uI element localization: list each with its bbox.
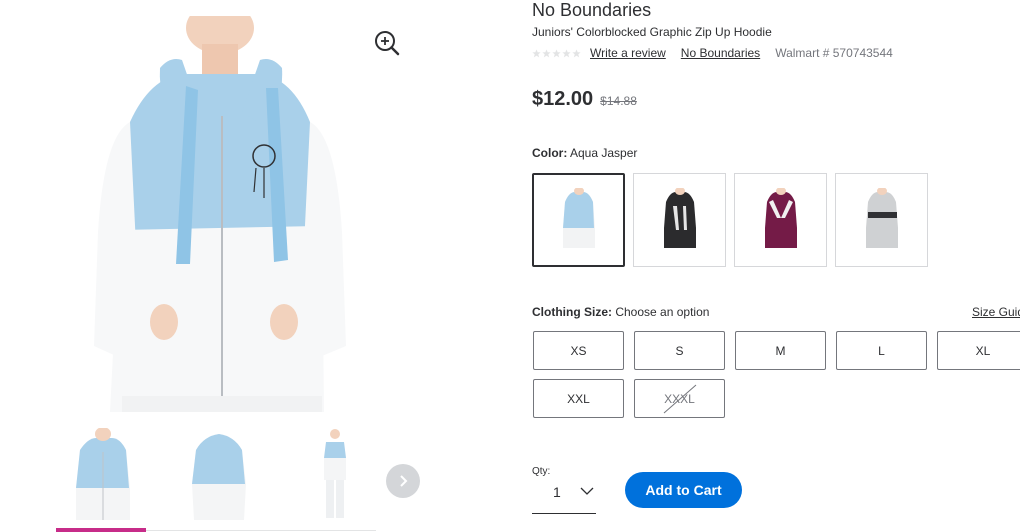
- active-thumbnail-indicator: [56, 528, 146, 532]
- thumbnail-front[interactable]: [58, 427, 148, 524]
- size-label: Clothing Size: Choose an option: [532, 305, 709, 319]
- color-swatch-aqua-jasper[interactable]: [532, 173, 625, 267]
- swatch-image: [663, 188, 696, 248]
- thumbnail-back[interactable]: [174, 428, 264, 524]
- size-option-m[interactable]: M: [735, 331, 826, 370]
- star-icon: [542, 48, 551, 57]
- star-icon: [532, 48, 541, 57]
- size-prompt: Choose an option: [615, 305, 710, 319]
- brand-link[interactable]: No Boundaries: [681, 46, 760, 60]
- size-label-title: Clothing Size:: [532, 305, 612, 319]
- item-number: Walmart # 570743544: [775, 46, 893, 60]
- price-row: $12.00 $14.88: [532, 88, 637, 111]
- thumbnail-strip: [56, 427, 376, 532]
- size-option-s[interactable]: S: [634, 331, 725, 370]
- current-price: $12.00: [532, 88, 594, 110]
- unavailable-slash-icon: [663, 384, 697, 414]
- thumbnail-divider: [146, 530, 376, 531]
- size-option-xs[interactable]: XS: [533, 331, 624, 370]
- product-info-panel: No Boundaries Juniors' Colorblocked Grap…: [532, 0, 1020, 532]
- swatch-image: [764, 188, 797, 248]
- hoodie-model-image: [94, 2, 346, 412]
- size-option-l[interactable]: L: [836, 331, 927, 370]
- chevron-down-icon: [580, 487, 594, 495]
- size-option-xxxl[interactable]: XXXL: [634, 379, 725, 418]
- size-option-xxl[interactable]: XXL: [533, 379, 624, 418]
- color-swatch-black[interactable]: [633, 173, 726, 267]
- star-icon: [562, 48, 571, 57]
- swatch-image: [562, 188, 595, 248]
- color-swatch-gray[interactable]: [835, 173, 928, 267]
- product-meta-row: Write a review No Boundaries Walmart # 5…: [532, 45, 893, 61]
- size-option-xl[interactable]: XL: [937, 331, 1020, 370]
- chevron-right-icon[interactable]: [386, 464, 420, 498]
- zoom-in-icon[interactable]: [372, 28, 402, 58]
- size-guide-link[interactable]: Size Guide: [972, 305, 1020, 319]
- color-swatch-burgundy[interactable]: [734, 173, 827, 267]
- write-review-link[interactable]: Write a review: [590, 46, 666, 60]
- star-icon: [572, 48, 581, 57]
- quantity-label: Qty:: [532, 466, 551, 477]
- swatch-image: [865, 188, 898, 248]
- thumbnail-full-length[interactable]: [290, 428, 380, 524]
- color-selected-value: Aqua Jasper: [570, 146, 638, 160]
- star-icon: [552, 48, 561, 57]
- product-name: Juniors' Colorblocked Graphic Zip Up Hoo…: [532, 25, 772, 39]
- quantity-select[interactable]: 1: [532, 478, 596, 514]
- quantity-value: 1: [553, 484, 561, 500]
- main-product-image[interactable]: [60, 2, 390, 412]
- was-price: $14.88: [600, 94, 637, 108]
- size-option-xl-label: XL: [975, 343, 991, 358]
- color-label-title: Color:: [532, 146, 568, 160]
- color-label: Color: Aqua Jasper: [532, 146, 637, 160]
- product-brand-title: No Boundaries: [532, 0, 652, 20]
- add-to-cart-button[interactable]: Add to Cart: [625, 472, 742, 508]
- rating-stars: [532, 48, 581, 58]
